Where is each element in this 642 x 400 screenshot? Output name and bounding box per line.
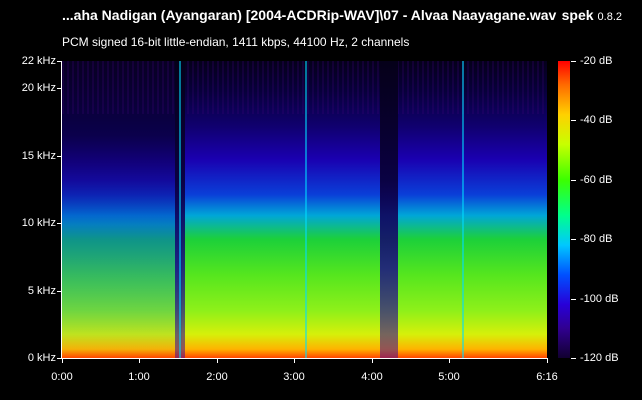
spectrogram-transient <box>305 61 307 358</box>
x-tick <box>294 358 295 363</box>
db-label: -100 dB <box>580 293 619 305</box>
y-axis-line <box>61 61 62 359</box>
spectrogram-transient <box>462 61 464 358</box>
x-tick <box>139 358 140 363</box>
app-version: 0.8.2 <box>597 11 622 23</box>
db-tick <box>571 358 576 359</box>
x-tick <box>372 358 373 363</box>
db-label: -120 dB <box>580 352 619 364</box>
x-axis-line <box>61 358 548 359</box>
x-tick <box>547 358 548 363</box>
y-tick <box>57 223 62 224</box>
freq-label: 22 kHz <box>21 55 56 67</box>
app-name: spek <box>561 7 594 23</box>
db-label: -40 dB <box>580 114 613 126</box>
db-tick <box>571 61 576 62</box>
time-label: 0:00 <box>51 371 73 383</box>
db-tick <box>571 180 576 181</box>
time-label: 3:00 <box>283 371 305 383</box>
db-tick <box>571 120 576 121</box>
db-label: -20 dB <box>580 55 613 67</box>
app-label: spek 0.8.2 <box>562 7 622 23</box>
db-tick <box>571 299 576 300</box>
db-label: -60 dB <box>580 174 613 186</box>
y-tick <box>57 156 62 157</box>
time-label: 1:00 <box>128 371 150 383</box>
x-tick <box>449 358 450 363</box>
time-label: 5:00 <box>438 371 460 383</box>
y-tick <box>57 88 62 89</box>
file-title: ...aha Nadigan (Ayangaran) [2004-ACDRip-… <box>62 7 557 23</box>
freq-label: 0 kHz <box>27 352 56 364</box>
y-tick <box>57 291 62 292</box>
audio-info-line: PCM signed 16-bit little-endian, 1411 kb… <box>62 35 410 49</box>
db-tick <box>571 239 576 240</box>
spectrogram-plot <box>62 61 547 358</box>
freq-label: 15 kHz <box>21 150 56 162</box>
time-label: 6:16 <box>536 371 558 383</box>
time-label: 2:00 <box>206 371 228 383</box>
db-label: -80 dB <box>580 233 613 245</box>
freq-label: 10 kHz <box>21 217 56 229</box>
y-tick <box>57 61 62 62</box>
x-tick <box>62 358 63 363</box>
freq-label: 5 kHz <box>27 285 56 297</box>
db-color-scale <box>558 61 570 358</box>
spectrogram-transient <box>179 61 181 358</box>
time-label: 4:00 <box>361 371 383 383</box>
spectrogram-quiet-band <box>380 61 398 358</box>
window-title-bar: ...aha Nadigan (Ayangaran) [2004-ACDRip-… <box>62 7 622 27</box>
x-tick <box>217 358 218 363</box>
freq-label: 20 kHz <box>21 82 56 94</box>
